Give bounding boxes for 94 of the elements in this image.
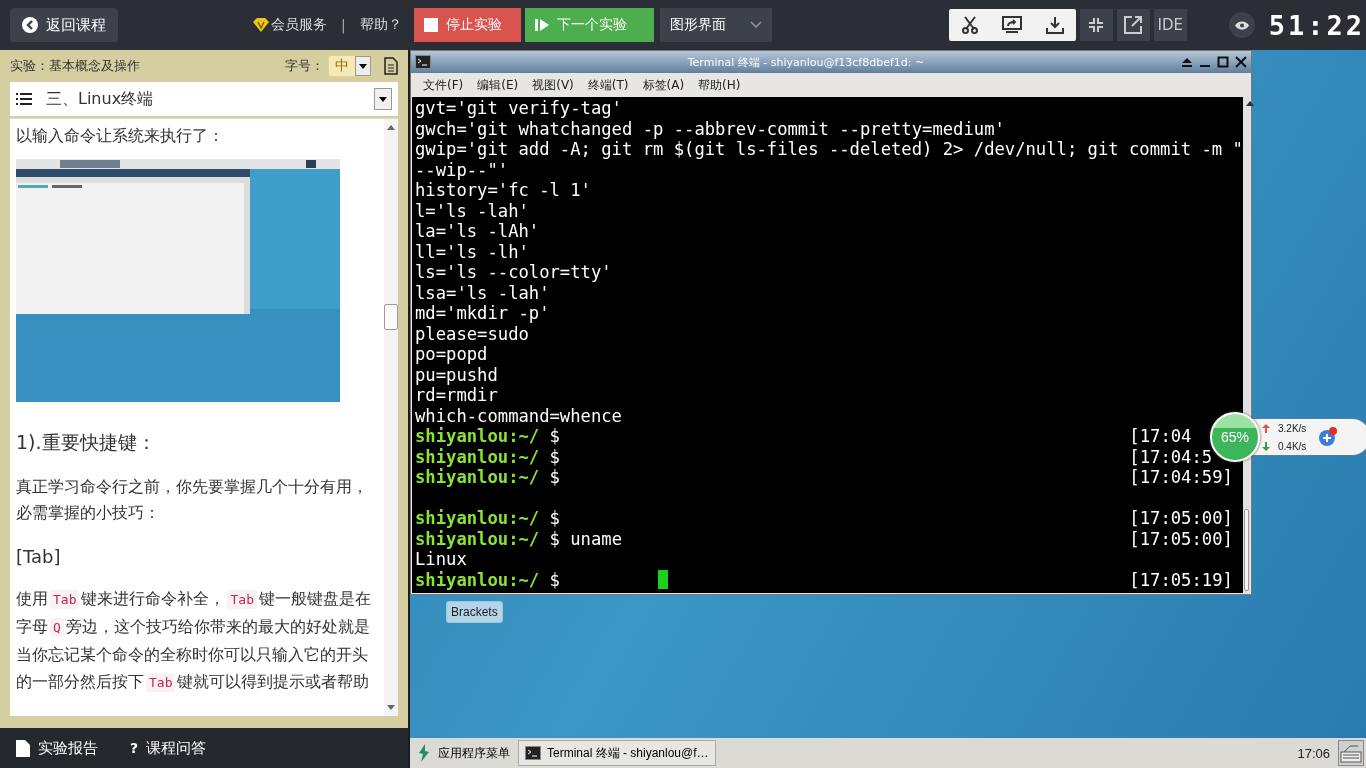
- compress-button[interactable]: [1079, 9, 1113, 41]
- terminal-output: po=popd: [415, 344, 488, 365]
- dropdown-arrow-icon: [359, 63, 367, 69]
- app-menu-button[interactable]: 应用程序菜单: [410, 740, 518, 766]
- key-heading: [Tab]: [16, 546, 62, 567]
- menu-item[interactable]: 文件(F): [423, 76, 464, 94]
- stop-icon: [423, 18, 438, 32]
- eye-icon: [1234, 20, 1249, 30]
- document-icon: [16, 739, 30, 757]
- vip-link[interactable]: 会员服务: [271, 16, 327, 34]
- download-speed: 0.4K/s: [1278, 440, 1308, 452]
- terminal-output: gwch='git whatchanged -p --abbrev-commit --pretty=medium': [415, 118, 1005, 139]
- prompt-line: shiyanlou:~/ $: [415, 446, 560, 467]
- back-icon: [22, 17, 38, 33]
- plus-icon[interactable]: [1318, 426, 1338, 448]
- terminal-output: rd=rmdir: [415, 385, 498, 406]
- terminal-output: --wip--"': [415, 159, 509, 180]
- terminal-output: pu=pushd: [415, 364, 498, 385]
- prompt-line: shiyanlou:~/ $: [415, 426, 560, 447]
- footer-link[interactable]: 课程问答: [146, 738, 207, 758]
- prompt-line: shiyanlou:~/ $: [415, 508, 560, 529]
- ide-button[interactable]: IDE: [1153, 9, 1187, 41]
- menu-item[interactable]: 终端(T): [587, 76, 629, 94]
- menu-item[interactable]: 帮助(H): [698, 76, 741, 94]
- document-icon[interactable]: [384, 57, 398, 75]
- menu-item[interactable]: 视图(V): [532, 76, 574, 94]
- question-icon: ?: [130, 740, 139, 756]
- down-arrow-icon: [1262, 441, 1270, 451]
- help-link[interactable]: 帮助？: [359, 16, 402, 34]
- compress-icon: [1088, 17, 1105, 33]
- terminal-output: gvt='git verify-tag': [415, 98, 622, 119]
- terminal-output: please=sudo: [415, 323, 529, 344]
- external-link-icon: [1123, 15, 1144, 35]
- section-select[interactable]: 三、Linux终端: [10, 82, 398, 116]
- scroll-down-icon[interactable]: [387, 705, 395, 710]
- eject-icon[interactable]: [1181, 56, 1193, 68]
- timestamp: [17:05:19]: [1129, 569, 1233, 590]
- stop-button[interactable]: 停止实验: [413, 8, 521, 42]
- section-heading: 1).重要快捷键：: [16, 430, 157, 455]
- timestamp: [17:04:59]: [1129, 467, 1233, 488]
- font-size-select[interactable]: 中: [328, 55, 372, 77]
- clock: 17:06: [1297, 745, 1330, 761]
- diamond-icon: [253, 18, 269, 32]
- terminal-output: Linux: [415, 549, 467, 570]
- separator: |: [341, 17, 346, 33]
- terminal-output: gwip='git add -A; git rm $(git ls-files --deleted) 2> /dev/null; git commit -m ": [415, 139, 1243, 160]
- back-button[interactable]: 返回课程: [10, 8, 118, 42]
- maximize-icon[interactable]: [1217, 56, 1229, 68]
- window-title: Terminal 终端 - shiyanlou@f13cf8dbef1d: ~: [686, 54, 926, 70]
- terminal-output: la='ls -lAh': [415, 221, 540, 242]
- terminal-output: which-command=whence: [415, 405, 622, 426]
- terminal-output: md='mkdir -p': [415, 303, 550, 324]
- menu-item[interactable]: 编辑(E): [477, 76, 519, 94]
- scrollbar[interactable]: [384, 119, 398, 716]
- screen-share-icon[interactable]: [1002, 16, 1023, 34]
- paragraph: 真正学习命令行之前，你先要掌握几个十分有用，必需掌握的小技巧：: [16, 476, 369, 524]
- terminal-output: history='fc -l 1': [415, 180, 591, 201]
- lab-title: 实验：基本概念及操作: [10, 57, 140, 75]
- scroll-thumb[interactable]: [384, 304, 398, 330]
- timestamp: [17:05:00]: [1129, 528, 1233, 549]
- menu-item[interactable]: 标签(A): [642, 76, 685, 94]
- mode-dropdown[interactable]: 图形界面: [659, 8, 772, 42]
- keyboard-icon[interactable]: [1338, 740, 1364, 766]
- terminal-output: lsa='ls -lah': [415, 282, 550, 303]
- timestamp: [17:05:00]: [1129, 508, 1233, 529]
- prompt-line: shiyanlou:~/ $ uname: [415, 528, 622, 549]
- list-icon: [16, 93, 32, 105]
- scroll-up-icon[interactable]: [387, 125, 395, 130]
- skip-icon: [534, 19, 549, 31]
- dropdown-arrow-icon: [379, 96, 387, 102]
- scroll-thumb[interactable]: [1243, 509, 1249, 591]
- terminal-icon: [415, 55, 431, 69]
- terminal-output: l='ls -lah': [415, 200, 529, 221]
- scroll-up-icon[interactable]: [1245, 101, 1254, 106]
- prompt-line: shiyanlou:~/ $: [415, 467, 560, 488]
- up-arrow-icon: [1262, 423, 1270, 433]
- terminal-output: ls='ls --color=tty': [415, 262, 612, 283]
- desktop-icon-label[interactable]: Brackets: [446, 601, 503, 623]
- download-icon[interactable]: [1045, 16, 1064, 34]
- terminal-output: ll='ls -lh': [415, 241, 529, 262]
- taskbar-button[interactable]: Terminal 终端 - shiyanlou@f…: [518, 740, 716, 766]
- timer: 51:22: [1268, 9, 1365, 41]
- scissors-icon[interactable]: [960, 16, 979, 34]
- terminal-icon: [525, 746, 541, 760]
- footer-link[interactable]: 实验报告: [38, 738, 98, 758]
- paragraph: 使用 Tab 键来进行命令补全， Tab 键一般键盘是在字母 Q 旁边，这个技巧给你带来的最大的好处就是当你忘记某个命令的全称时你可以只输入它的开头的一部分然后按下 Tab 键就可以得到提示或者帮助: [16, 588, 372, 694]
- close-icon[interactable]: [1235, 56, 1247, 68]
- eye-button[interactable]: [1228, 12, 1255, 38]
- upload-speed: 3.2K/s: [1278, 422, 1308, 434]
- font-size-label: 字号：: [285, 57, 324, 75]
- prompt-line: shiyanlou:~/ $: [415, 569, 560, 590]
- chevron-icon: [749, 21, 762, 29]
- paragraph: 以输入命令让系统来执行了：: [16, 125, 225, 147]
- external-link-button[interactable]: [1116, 9, 1150, 41]
